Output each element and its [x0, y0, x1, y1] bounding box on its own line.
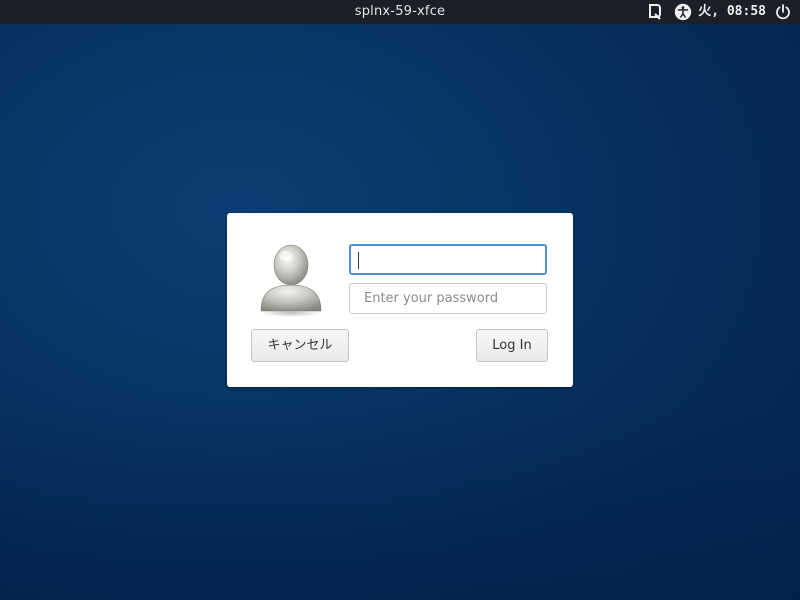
login-screen: splnx-59-xfce 火, 08:58 キャンセル Log In — [0, 0, 800, 600]
user-avatar-icon — [259, 241, 323, 317]
desktop-q-icon[interactable] — [646, 3, 664, 21]
login-button[interactable]: Log In — [476, 329, 548, 362]
power-icon[interactable] — [774, 3, 792, 21]
username-input[interactable] — [349, 244, 547, 275]
clock[interactable]: 火, 08:58 — [698, 0, 766, 24]
panel-indicators: 火, 08:58 — [636, 0, 792, 24]
cancel-button[interactable]: キャンセル — [251, 329, 349, 362]
accessibility-icon[interactable] — [674, 3, 692, 21]
login-dialog: キャンセル Log In — [227, 213, 573, 387]
top-panel: splnx-59-xfce 火, 08:58 — [0, 0, 800, 24]
password-input[interactable] — [349, 283, 547, 314]
text-caret — [358, 252, 359, 269]
